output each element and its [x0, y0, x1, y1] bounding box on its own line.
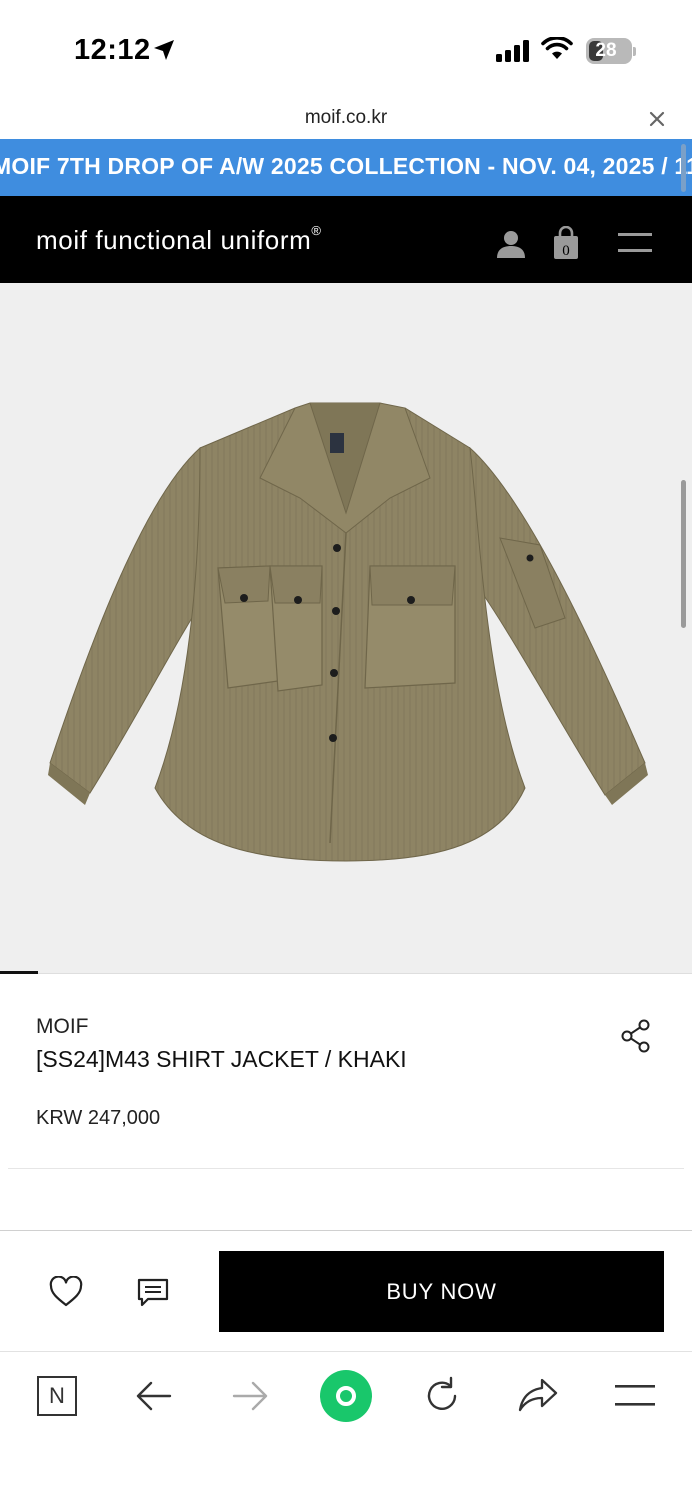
battery-nub	[633, 47, 636, 56]
banner-scrollbar	[681, 144, 686, 192]
product-name: [SS24]M43 SHIRT JACKET / KHAKI	[36, 1046, 407, 1072]
url-bar[interactable]: moif.co.kr	[0, 100, 692, 138]
home-icon[interactable]	[320, 1370, 372, 1422]
announcement-text[interactable]: MOIF 7TH DROP OF A/W 2025 COLLECTION - N…	[0, 153, 692, 180]
cart-count: 0	[562, 243, 570, 259]
forward-arrow-icon[interactable]	[232, 1380, 268, 1412]
image-slider-track	[0, 973, 692, 974]
browser-share-icon[interactable]	[518, 1377, 558, 1413]
signal-icon	[496, 40, 529, 62]
user-icon[interactable]	[496, 229, 526, 259]
buy-now-button[interactable]: BUY NOW	[219, 1251, 664, 1332]
battery-icon: 28	[586, 38, 632, 64]
image-slider-progress	[0, 971, 38, 974]
home-icon-dot	[336, 1386, 356, 1406]
logo-text: moif functional uniform	[36, 225, 312, 255]
menu-icon[interactable]	[618, 232, 652, 254]
close-icon[interactable]	[646, 108, 668, 130]
status-time: 12:12	[74, 34, 151, 66]
announcement-banner[interactable]: MOIF 7TH DROP OF A/W 2025 COLLECTION - N…	[0, 139, 692, 196]
share-icon[interactable]	[620, 1019, 652, 1053]
logo-mark: ®	[311, 223, 322, 239]
browser-menu-icon[interactable]	[615, 1383, 655, 1409]
naver-icon[interactable]: N	[37, 1376, 77, 1416]
review-icon[interactable]	[136, 1277, 170, 1309]
divider	[8, 1168, 684, 1169]
battery-percent: 28	[595, 40, 617, 61]
product-price: KRW 247,000	[36, 1107, 161, 1129]
cart-icon[interactable]: 0	[552, 226, 580, 260]
product-image[interactable]	[0, 283, 692, 973]
heart-icon[interactable]	[49, 1276, 83, 1308]
location-arrow-icon	[154, 40, 174, 60]
site-logo[interactable]: moif functional uniform®	[36, 223, 322, 256]
wifi-icon	[541, 37, 573, 59]
back-arrow-icon[interactable]	[136, 1380, 172, 1412]
page-scrollbar[interactable]	[681, 480, 686, 628]
status-bar: 12:12 28	[0, 0, 692, 100]
url-text[interactable]: moif.co.kr	[0, 107, 692, 129]
reload-icon[interactable]	[422, 1376, 462, 1416]
jacket-image	[48, 402, 648, 862]
site-header: moif functional uniform®	[0, 196, 692, 283]
product-brand: MOIF	[36, 1015, 89, 1038]
